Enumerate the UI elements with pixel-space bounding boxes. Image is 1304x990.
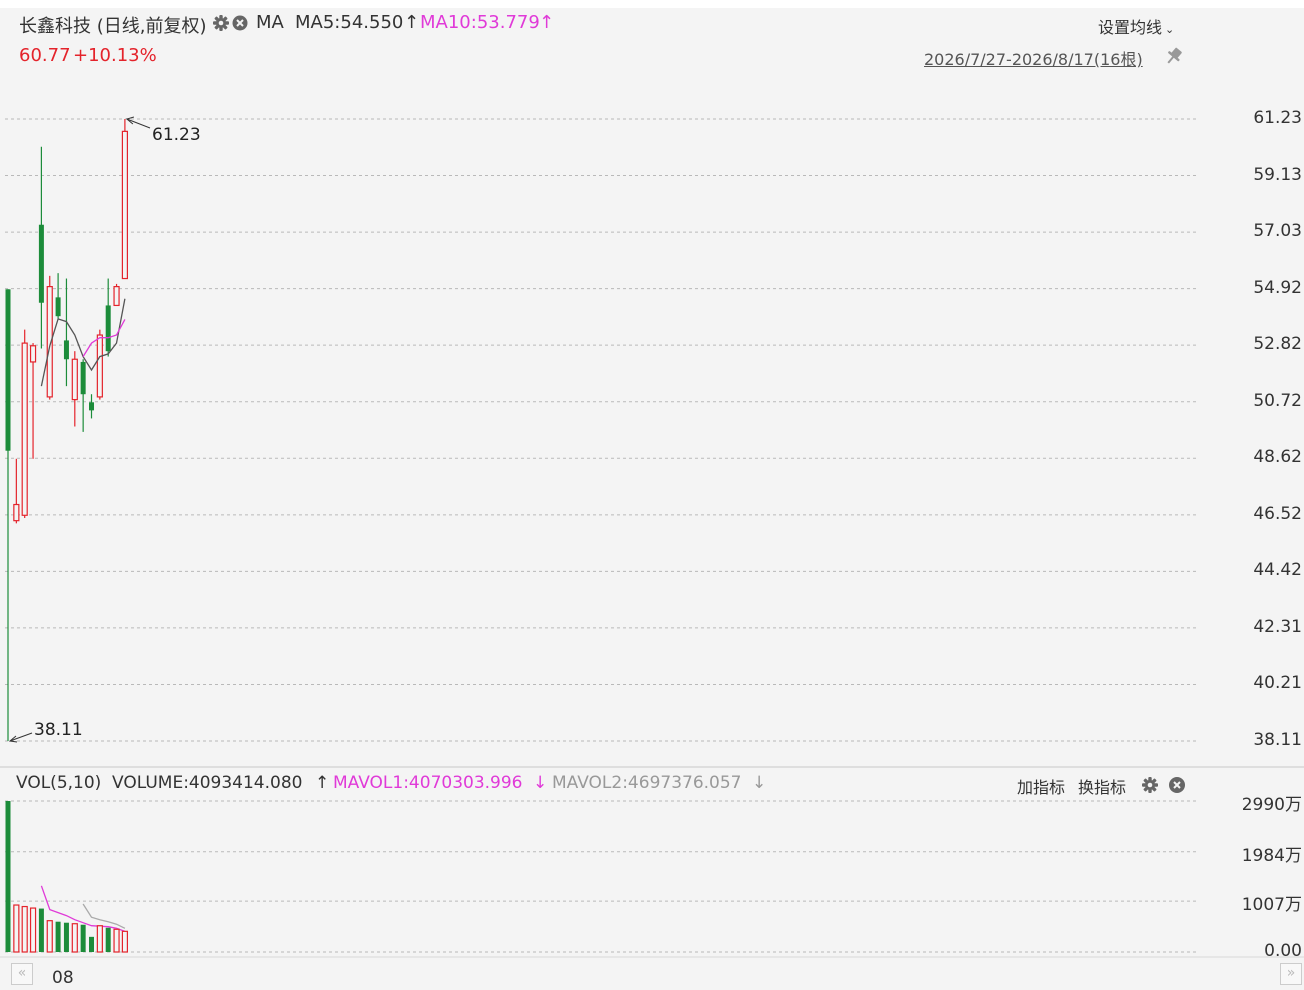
current-price: 60.77 [19, 45, 71, 66]
volume-bar [89, 936, 94, 952]
high-arrow-line [126, 118, 151, 129]
volume-tick-label: 1984万 [1241, 845, 1302, 866]
vol-label: VOL(5,10) [16, 773, 102, 793]
volume-tick-label: 2990万 [1241, 795, 1302, 815]
low-arrow-line [9, 732, 33, 742]
price-change: +10.13% [73, 45, 157, 66]
close-icon[interactable] [1169, 777, 1185, 793]
ma-setting-button[interactable]: 设置均线 ⌄ [1098, 14, 1174, 38]
candle-body [13, 503, 20, 522]
volume-bar [38, 908, 44, 952]
volume-value: VOLUME:4093414.080 [112, 773, 303, 793]
candle-body [113, 286, 120, 307]
price-tick-label: 38.11 [1253, 730, 1302, 750]
scroll-right-button[interactable]: » [1280, 963, 1302, 985]
low-label: 38.11 [34, 720, 83, 740]
volume-grid [5, 800, 1197, 953]
volume-bar [113, 928, 120, 953]
ma-label: MA [256, 12, 284, 33]
volume-arrow: ↑ [315, 773, 330, 793]
ma10-value: MA10:53.779 [420, 12, 540, 33]
volume-bar [46, 920, 53, 953]
mavol1-value: MAVOL1:4070303.996 [333, 773, 523, 793]
volume-bar [21, 905, 28, 953]
candlestick-chart: 61.23 38.11 [0, 116, 1304, 958]
price-tick-label: 54.92 [1253, 277, 1302, 298]
volume-bar [105, 927, 111, 952]
ma5-value: MA5:54.550 [295, 12, 404, 33]
price-tick-label: 48.62 [1253, 447, 1302, 468]
x-axis-label: 08 [52, 968, 74, 988]
volume-bar [29, 907, 37, 953]
ma-settings-icons [212, 13, 250, 37]
date-range[interactable]: 2026/7/27-2026/8/17(16根) [924, 46, 1143, 70]
ma10-arrow: ↑ [539, 12, 555, 33]
mavol1-line [40, 885, 126, 933]
price-tick-label: 61.23 [1253, 108, 1302, 128]
candle-body [21, 342, 28, 516]
price-tick-label: 50.72 [1253, 390, 1302, 411]
candle-body [121, 130, 129, 280]
volume-bar [71, 923, 78, 953]
price-tick-label: 52.82 [1253, 334, 1302, 355]
price-tick-label: 42.31 [1253, 616, 1302, 637]
candle-body [80, 361, 86, 395]
price-tick-label: 57.03 [1253, 221, 1302, 242]
price-tick-label: 40.21 [1253, 673, 1302, 694]
volume-bar [80, 924, 86, 952]
pin-icon[interactable] [1163, 46, 1185, 70]
add-indicator-button[interactable]: 加指标 [1017, 774, 1065, 798]
ma10-line [82, 319, 126, 357]
candle-body [96, 334, 103, 398]
candle-body [29, 345, 37, 363]
chart-title: 长鑫科技 (日线,前复权) [19, 16, 207, 37]
candle-body [5, 289, 11, 451]
volume-tick-label: 0.00 [1264, 941, 1302, 961]
annotations: 61.23 38.11 [8, 116, 201, 743]
price-tick-label: 59.13 [1253, 164, 1302, 185]
volume-bar [63, 922, 69, 952]
price-tick-label: 44.42 [1253, 560, 1302, 581]
scroll-left-button[interactable]: « [11, 963, 33, 985]
close-icon[interactable] [232, 15, 248, 31]
candle-body [55, 297, 61, 317]
mavol2-value: MAVOL2:4697376.057 [552, 773, 742, 793]
mavol1-arrow: ↓ [533, 773, 548, 793]
ma-setting-label: 设置均线 [1098, 18, 1163, 37]
candle-body [38, 224, 44, 303]
volume-tick-label: 1007万 [1241, 895, 1302, 916]
volume-bar [121, 930, 129, 953]
volume-bars [5, 801, 129, 953]
price-tick-label: 46.52 [1253, 503, 1302, 524]
chevron-down-icon: ⌄ [1165, 23, 1175, 36]
price-grid [5, 118, 1197, 742]
volume-bar [13, 904, 20, 953]
volume-bar [5, 801, 11, 952]
mavol2-arrow: ↓ [752, 773, 767, 793]
gear-icon[interactable] [1142, 777, 1158, 793]
volume-bar [96, 925, 103, 953]
candle-body [63, 340, 69, 360]
candle-body [71, 358, 78, 401]
gear-icon[interactable] [213, 15, 229, 31]
candle-body [105, 305, 111, 352]
switch-indicator-button[interactable]: 换指标 [1078, 774, 1126, 798]
candle-body [89, 402, 94, 411]
vol-settings-icons [1140, 775, 1188, 799]
ma5-arrow: ↑ [404, 12, 420, 33]
candles-group [5, 119, 129, 741]
high-label: 61.23 [152, 125, 201, 145]
volume-bar [55, 921, 61, 952]
